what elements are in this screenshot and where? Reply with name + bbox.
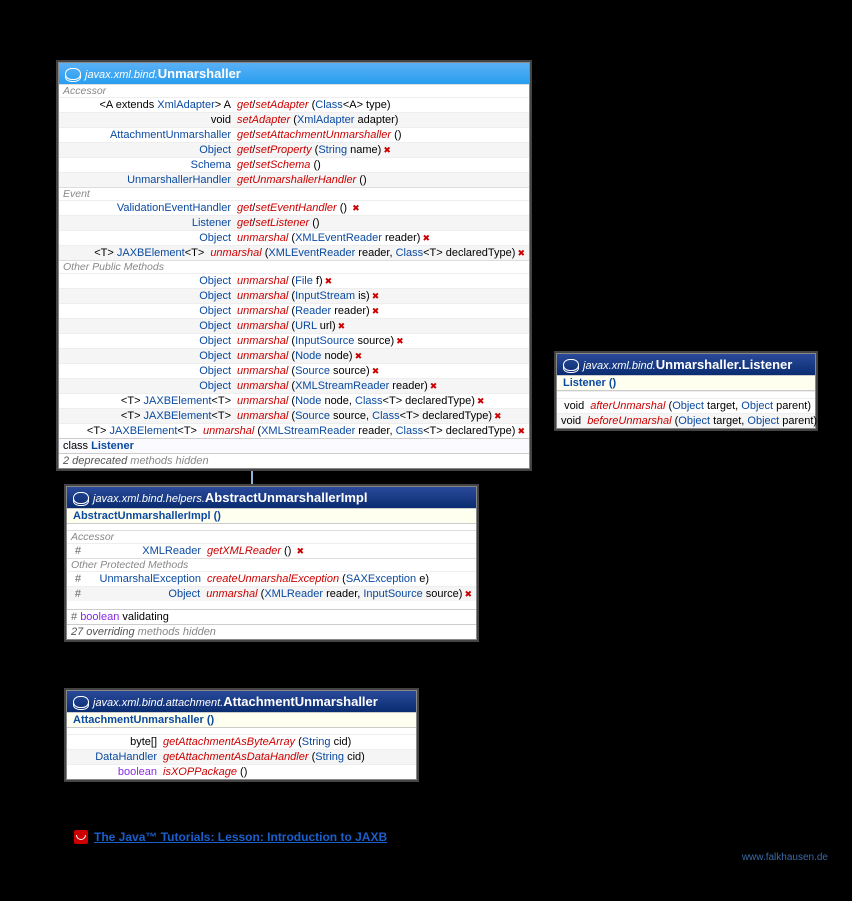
section-label-accessor: Accessor bbox=[59, 84, 529, 97]
constructor-row: AttachmentUnmarshaller () bbox=[67, 712, 416, 728]
class-header: javax.xml.bind.attachment.AttachmentUnma… bbox=[67, 691, 416, 712]
package-name: javax.xml.bind. bbox=[85, 69, 158, 81]
class-header: javax.xml.bind.helpers.AbstractUnmarshal… bbox=[67, 487, 476, 508]
overriding-note: 27 overriding methods hidden bbox=[67, 624, 476, 639]
package-name: javax.xml.bind.helpers. bbox=[93, 493, 205, 505]
constructor-row: Listener () bbox=[557, 375, 815, 391]
package-icon bbox=[65, 68, 81, 80]
inner-class-row: class Listener bbox=[59, 438, 529, 453]
deprecated-note: 2 deprecated methods hidden bbox=[59, 453, 529, 468]
section-label-accessor: Accessor bbox=[67, 530, 476, 543]
class-name: AbstractUnmarshallerImpl bbox=[205, 490, 368, 505]
class-name: Unmarshaller bbox=[158, 66, 241, 81]
class-name: Unmarshaller.Listener bbox=[656, 357, 793, 372]
package-icon bbox=[563, 359, 579, 371]
class-box-abstract-impl: javax.xml.bind.helpers.AbstractUnmarshal… bbox=[66, 486, 477, 640]
class-box-unmarshaller: javax.xml.bind.Unmarshaller Accessor <A … bbox=[58, 62, 530, 469]
section-label-other: Other Protected Methods bbox=[67, 558, 476, 571]
tutorial-link[interactable]: The Java™ Tutorials: Lesson: Introductio… bbox=[74, 830, 387, 844]
package-name: javax.xml.bind.attachment. bbox=[93, 697, 223, 709]
class-header: javax.xml.bind.Unmarshaller.Listener bbox=[557, 354, 815, 375]
package-icon bbox=[73, 492, 89, 504]
section-label-event: Event bbox=[59, 187, 529, 200]
package-icon bbox=[73, 696, 89, 708]
class-box-listener: javax.xml.bind.Unmarshaller.Listener Lis… bbox=[556, 353, 816, 429]
package-name: javax.xml.bind. bbox=[583, 360, 656, 372]
class-box-attachment: javax.xml.bind.attachment.AttachmentUnma… bbox=[66, 690, 417, 780]
oracle-icon bbox=[74, 830, 88, 844]
constructor-row: AbstractUnmarshallerImpl () bbox=[67, 508, 476, 524]
field-row: # boolean validating bbox=[67, 609, 476, 624]
class-name: AttachmentUnmarshaller bbox=[223, 694, 378, 709]
class-header: javax.xml.bind.Unmarshaller bbox=[59, 63, 529, 84]
section-label-other: Other Public Methods bbox=[59, 260, 529, 273]
tutorial-link-text: The Java™ Tutorials: Lesson: Introductio… bbox=[94, 830, 387, 844]
site-credit: www.falkhausen.de bbox=[742, 852, 828, 863]
